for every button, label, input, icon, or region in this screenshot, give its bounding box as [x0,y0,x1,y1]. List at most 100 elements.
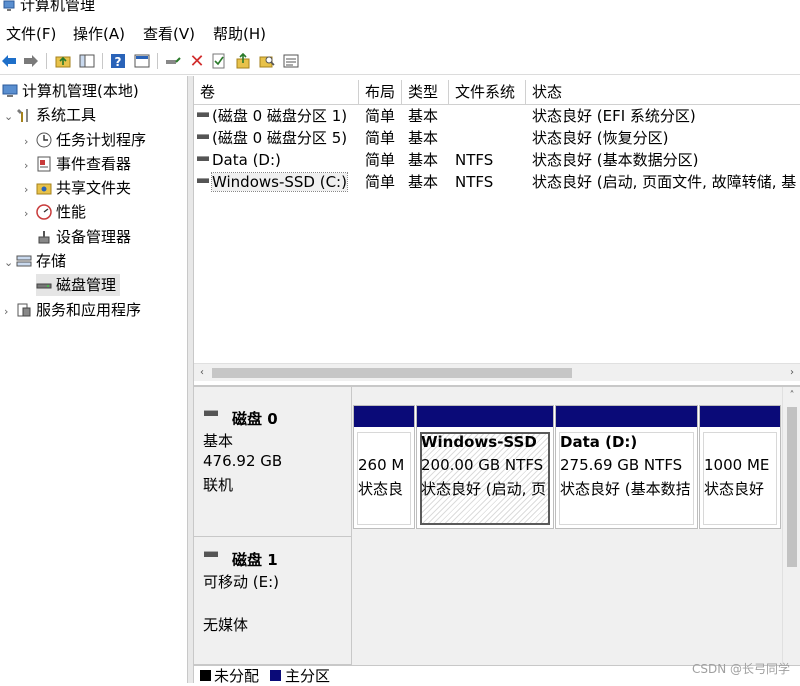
performance-icon [36,204,52,220]
chevron-right-icon[interactable]: › [24,131,36,153]
disk-name: 磁盘 1 [232,551,278,569]
partition-efi[interactable]: 260 M 状态良 [353,405,415,529]
scroll-right-icon[interactable]: › [784,364,800,381]
device-manager-icon [38,231,50,244]
column-header-layout[interactable]: 布局 [359,80,402,104]
volume-icon [197,156,209,161]
table-row[interactable]: (磁盘 0 磁盘分区 5) 简单 基本 状态良好 (恢复分区) [194,127,800,149]
tree-item-device-manager[interactable]: 设备管理器 [36,226,131,248]
tree-item-performance[interactable]: › 性能 [24,201,86,223]
disk-graphical-view: 磁盘 0 基本 476.92 GB 联机 260 M 状态良 Windows-S… [194,385,800,686]
partition-windows-ssd[interactable]: Windows-SSD 200.00 GB NTFS 状态良好 (启动, 页 [416,405,554,529]
properties-icon[interactable] [210,52,228,70]
import-icon[interactable] [234,52,252,70]
console-view-icon[interactable] [133,52,151,70]
menu-file[interactable]: 文件(F) [6,23,56,44]
primary-partition-band [556,406,697,427]
partition-recovery[interactable]: 1000 ME 状态良好 [699,405,781,529]
table-row[interactable]: Windows-SSD (C:) 简单 基本 NTFS 状态良好 (启动, 页面… [194,171,800,193]
horizontal-scrollbar[interactable]: ‹ › [194,363,800,381]
legend-primary: 主分区 [285,667,331,685]
scrollbar-thumb[interactable] [212,368,572,378]
back-arrow-icon[interactable] [0,52,18,70]
tree-item-disk-management[interactable]: 磁盘管理 [36,274,121,296]
chevron-right-icon[interactable]: › [24,203,36,225]
tree-item-event-viewer[interactable]: › 事件查看器 [24,153,131,175]
column-header-filesystem[interactable]: 文件系统 [449,80,526,104]
connect-icon[interactable] [164,52,182,70]
primary-partition-band [417,406,553,427]
watermark: CSDN @长弓同学 [691,662,790,676]
volume-icon [197,178,209,183]
legend-unallocated: 未分配 [214,667,260,685]
navigation-tree: 计算机管理(本地) ⌄ 系统工具 › 任务计划程序 › 事件查看器 › 共享文件夹 › 性… [0,76,188,683]
disk-1-label[interactable]: 磁盘 1 可移动 (E:) 无媒体 [194,537,352,665]
search-icon[interactable] [258,52,276,70]
disk-media: 无媒体 [203,616,249,634]
volume-list-header: 卷 布局 类型 文件系统 状态 [194,80,800,105]
event-log-icon [37,156,51,172]
clock-icon [36,132,52,148]
tree-item-services-apps[interactable]: › 服务和应用程序 [4,299,141,321]
disk-size: 476.92 GB [203,452,283,470]
tree-item-root[interactable]: 计算机管理(本地) [2,80,139,102]
column-header-type[interactable]: 类型 [402,80,449,104]
column-header-status[interactable]: 状态 [526,80,800,104]
chevron-down-icon[interactable]: ⌄ [4,106,16,128]
menu-view[interactable]: 查看(V) [143,23,195,44]
tree-label: 性能 [56,203,87,221]
table-row[interactable]: (磁盘 0 磁盘分区 1) 简单 基本 状态良好 (EFI 系统分区) [194,105,800,127]
forward-arrow-icon[interactable] [22,52,40,70]
disk-type: 可移动 (E:) [203,573,280,591]
computer-management-icon [2,84,18,97]
partition-data[interactable]: Data (D:) 275.69 GB NTFS 状态良好 (基本数拮 [555,405,698,529]
services-icon [17,303,31,317]
tree-item-system-tools[interactable]: ⌄ 系统工具 [4,104,96,126]
show-hide-tree-icon[interactable] [78,52,96,70]
toolbar-separator [102,53,103,69]
primary-partition-swatch [270,670,281,681]
menu-action[interactable]: 操作(A) [73,23,125,44]
title-bar: 计算机管理 [0,0,800,16]
tree-label: 共享文件夹 [56,179,132,197]
tree-label: 计算机管理(本地) [22,82,139,100]
disk-0-label[interactable]: 磁盘 0 基本 476.92 GB 联机 [194,387,352,537]
chevron-right-icon[interactable]: › [4,301,16,323]
menu-bar: 文件(F) 操作(A) 查看(V) 帮助(H) [0,20,800,46]
toolbar: ? ✕ [0,48,800,75]
disk-0-partitions: 260 M 状态良 Windows-SSD 200.00 GB NTFS 状态良… [353,405,781,529]
primary-partition-band [700,406,780,427]
tree-label: 设备管理器 [56,228,132,246]
chevron-right-icon[interactable]: › [24,155,36,177]
tree-label: 任务计划程序 [56,131,147,149]
tree-item-task-scheduler[interactable]: › 任务计划程序 [24,129,146,151]
delete-icon[interactable]: ✕ [188,51,206,72]
tree-label: 系统工具 [36,106,97,124]
tree-label: 服务和应用程序 [36,301,142,319]
scroll-left-icon[interactable]: ‹ [194,364,210,381]
volume-icon [197,134,209,139]
help-icon[interactable]: ? [109,52,127,70]
chevron-down-icon[interactable]: ⌄ [4,252,16,274]
menu-help[interactable]: 帮助(H) [213,23,266,44]
column-header-volume[interactable]: 卷 [194,80,359,104]
scroll-up-icon[interactable]: ˄ [784,387,800,401]
tree-item-shared-folders[interactable]: › 共享文件夹 [24,177,131,199]
primary-partition-band [354,406,414,427]
disk-drive-icon [36,283,52,289]
toolbar-separator [157,53,158,69]
chevron-right-icon[interactable]: › [24,179,36,201]
tree-label: 磁盘管理 [56,276,117,294]
disk-icon [204,551,218,557]
disk-name: 磁盘 0 [232,410,278,428]
up-folder-icon[interactable] [54,52,72,70]
details-icon[interactable] [282,52,300,70]
unallocated-swatch [200,670,211,681]
volume-list: 卷 布局 类型 文件系统 状态 (磁盘 0 磁盘分区 1) 简单 基本 状态良好… [194,80,800,381]
tree-item-storage[interactable]: ⌄ 存储 [4,250,66,272]
scrollbar-thumb[interactable] [787,407,797,567]
table-row[interactable]: Data (D:) 简单 基本 NTFS 状态良好 (基本数据分区) [194,149,800,171]
volume-icon [197,112,209,117]
toolbar-separator [46,53,47,69]
vertical-scrollbar[interactable]: ˄ [782,387,800,665]
